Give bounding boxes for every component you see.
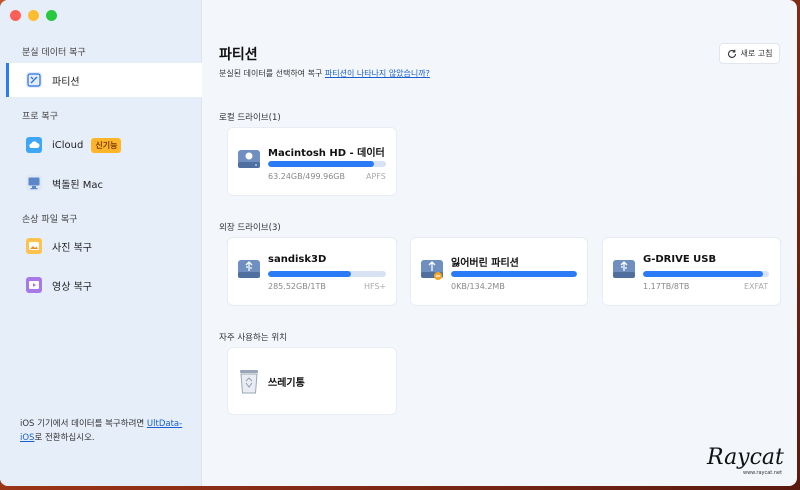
location-card-trash[interactable]: 쓰레기통: [228, 348, 396, 414]
minimize-window-button[interactable]: [28, 10, 39, 21]
icloud-icon: [26, 137, 42, 153]
drive-usage-bar: [451, 271, 577, 277]
drive-usage-bar: [643, 271, 769, 277]
note-suffix: 로 전환하십시오.: [34, 433, 95, 443]
sidebar: 분실 데이터 복구 파티션 프로 복구 iCloud 신기능 벽돌된 Mac 손…: [0, 0, 202, 486]
sidebar-item-label: 벽돌된 Mac: [52, 179, 104, 191]
page-subtitle: 분실된 데이터를 선택하여 복구 파티션이 나타나지 않았습니까?: [219, 68, 430, 79]
photo-icon: [26, 238, 42, 254]
sidebar-item-video-recovery[interactable]: 영상 복구: [6, 268, 202, 302]
usb-drive-icon: [238, 260, 260, 278]
drive-usage-fill: [643, 271, 763, 277]
sidebar-item-icloud[interactable]: iCloud 신기능: [6, 128, 202, 162]
drive-name: Macintosh HD - 데이터: [268, 148, 385, 159]
partition-missing-link[interactable]: 파티션이 나타나지 않았습니까?: [325, 69, 430, 78]
sidebar-item-label: 사진 복구: [52, 242, 92, 254]
watermark-url-text: www.raycat.net: [743, 470, 782, 476]
section-damaged-file: 손상 파일 복구: [22, 215, 78, 225]
drive-filesystem: EXFAT: [744, 282, 769, 291]
sidebar-item-crashed-mac[interactable]: 벽돌된 Mac: [6, 166, 202, 200]
frequent-locations-label: 자주 사용하는 위치: [219, 333, 287, 343]
window-controls: [10, 10, 57, 21]
drive-card-sandisk3d[interactable]: sandisk3D 285.52GB/1TB HFS+: [228, 238, 396, 305]
sidebar-item-label: 영상 복구: [52, 281, 92, 293]
main-panel: 파티션 분실된 데이터를 선택하여 복구 파티션이 나타나지 않았습니까? 새로…: [202, 0, 797, 486]
app-window: 분실 데이터 복구 파티션 프로 복구 iCloud 신기능 벽돌된 Mac 손…: [0, 0, 797, 486]
drive-usage-fill: [451, 271, 577, 277]
usb-drive-icon: [613, 260, 635, 278]
external-drives-label: 외장 드라이브(3): [219, 223, 281, 233]
sidebar-item-label: 파티션: [52, 76, 80, 88]
drive-size: 0KB/134.2MB: [451, 282, 505, 291]
page-title: 파티션: [219, 47, 258, 63]
drive-name: sandisk3D: [268, 254, 327, 265]
refresh-label: 새로 고침: [740, 49, 773, 58]
subtitle-text: 분실된 데이터를 선택하여 복구: [219, 69, 325, 78]
drive-size: 1.17TB/8TB: [643, 282, 690, 291]
hard-drive-apple-icon: [238, 150, 260, 168]
sidebar-item-partition[interactable]: 파티션: [6, 63, 202, 97]
drive-name: G-DRIVE USB: [643, 254, 717, 265]
drive-usage-fill: [268, 161, 375, 167]
refresh-icon: [727, 49, 736, 58]
drive-card-lost-partition[interactable]: 잃어버린 파티션 0KB/134.2MB: [411, 238, 587, 305]
crashed-mac-icon: [26, 175, 42, 191]
sidebar-item-label: iCloud: [52, 139, 84, 151]
trash-icon: [240, 370, 258, 394]
refresh-button[interactable]: 새로 고침: [719, 43, 780, 64]
sidebar-item-photo-recovery[interactable]: 사진 복구: [6, 229, 202, 263]
local-drives-label: 로컬 드라이브(1): [219, 113, 281, 123]
section-lost-data: 분실 데이터 복구: [22, 48, 86, 58]
drive-name: 잃어버린 파티션: [451, 258, 519, 269]
new-feature-badge: 신기능: [91, 137, 122, 153]
watermark-logo-text: Raycat: [706, 445, 784, 470]
video-icon: [26, 277, 42, 293]
lost-partition-drive-icon: [421, 260, 443, 280]
drive-filesystem: APFS: [366, 172, 386, 181]
drive-usage-bar: [268, 161, 386, 167]
drive-usage-fill: [268, 271, 351, 277]
section-pro-recovery: 프로 복구: [22, 112, 58, 122]
drive-size: 63.24GB/499.96GB: [268, 172, 345, 181]
drive-usage-bar: [268, 271, 386, 277]
location-name: 쓰레기통: [268, 378, 305, 389]
raycat-watermark: Raycat www.raycat.net: [706, 445, 784, 476]
note-prefix: iOS 기기에서 데이터를 복구하려면: [20, 419, 147, 429]
drive-filesystem: HFS+: [364, 282, 387, 291]
partition-tools-icon: [26, 72, 42, 88]
drive-card-macintosh-hd[interactable]: Macintosh HD - 데이터 63.24GB/499.96GB APFS: [228, 128, 396, 195]
ios-switch-note: iOS 기기에서 데이터를 복구하려면 UltData-iOS로 전환하십시오.: [20, 417, 192, 445]
drive-size: 285.52GB/1TB: [268, 282, 326, 291]
zoom-window-button[interactable]: [46, 10, 57, 21]
close-window-button[interactable]: [10, 10, 21, 21]
drive-card-g-drive-usb[interactable]: G-DRIVE USB 1.17TB/8TB EXFAT: [603, 238, 780, 305]
